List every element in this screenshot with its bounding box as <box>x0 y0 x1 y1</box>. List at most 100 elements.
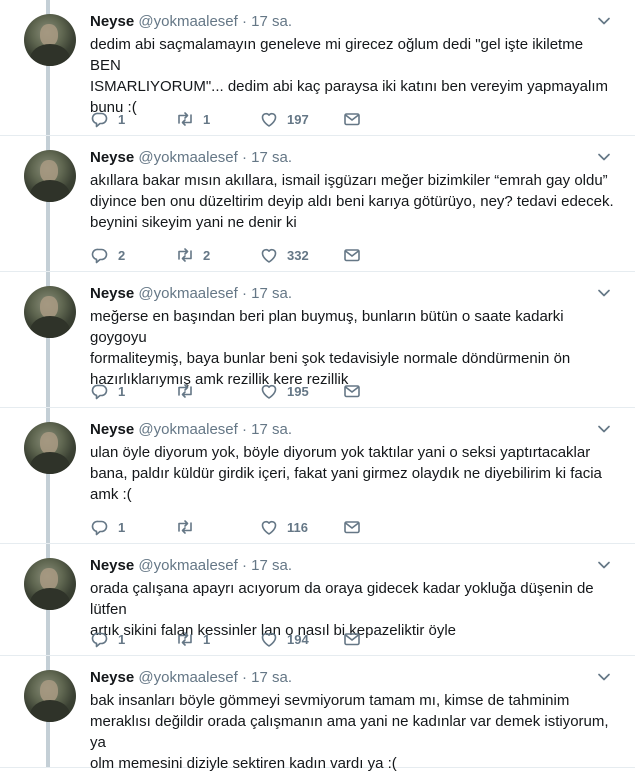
avatar[interactable] <box>24 670 76 722</box>
like-icon <box>261 112 277 127</box>
separator-dot: · <box>241 149 247 166</box>
reply-icon <box>91 520 108 536</box>
avatar[interactable] <box>24 150 76 202</box>
tweet-actions: 1 1 194 <box>90 629 390 649</box>
tweet[interactable]: Neyse @yokmaalesef · 17 sa. bak insanları… <box>0 656 635 772</box>
separator-dot: · <box>241 13 247 30</box>
chevron-down-icon[interactable] <box>597 670 611 684</box>
retweet-icon <box>178 384 192 398</box>
avatar-body <box>30 316 70 338</box>
author-handle[interactable]: @yokmaalesef <box>138 285 237 302</box>
retweet-button[interactable]: 1 <box>175 629 210 649</box>
avatar-face <box>40 432 58 454</box>
author-name[interactable]: Neyse <box>90 421 134 438</box>
retweet-button[interactable]: 2 <box>175 245 210 265</box>
tweet[interactable]: Neyse @yokmaalesef · 17 sa. ulan öyle diy… <box>0 408 635 544</box>
chevron-down-icon[interactable] <box>597 150 611 164</box>
avatar-body <box>30 700 70 722</box>
tweet[interactable]: Neyse @yokmaalesef · 17 sa. akıllara baka… <box>0 136 635 272</box>
retweet-icon <box>178 112 192 126</box>
tweet-text-line: ulan öyle diyorum yok, böyle diyorum yok… <box>90 444 591 461</box>
author-handle[interactable]: @yokmaalesef <box>138 149 237 166</box>
retweet-button[interactable] <box>175 517 203 537</box>
avatar-body <box>30 452 70 474</box>
avatar-body <box>30 44 70 66</box>
separator-dot: · <box>241 557 247 574</box>
like-icon <box>261 520 277 535</box>
tweet-text: ulan öyle diyorum yok, böyle diyorum yok… <box>90 442 615 505</box>
retweet-button[interactable] <box>175 381 203 401</box>
dm-icon <box>344 113 360 126</box>
tweet-text: meğerse en başından beri plan buymuş, bu… <box>90 306 615 390</box>
chevron-down-icon[interactable] <box>597 14 611 28</box>
chevron-down-icon[interactable] <box>597 422 611 436</box>
retweet-button[interactable]: 1 <box>175 109 210 129</box>
author-handle[interactable]: @yokmaalesef <box>138 669 237 686</box>
dm-button[interactable] <box>342 245 370 265</box>
tweet-text-line: diyince ben onu düzeltirim deyip aldı be… <box>90 193 614 210</box>
reply-icon <box>91 248 108 264</box>
author-handle[interactable]: @yokmaalesef <box>138 13 237 30</box>
like-button[interactable]: 197 <box>259 109 309 129</box>
timestamp[interactable]: 17 sa. <box>251 669 292 686</box>
dm-button[interactable] <box>342 517 370 537</box>
author-name[interactable]: Neyse <box>90 13 134 30</box>
avatar[interactable] <box>24 286 76 338</box>
likes-count: 332 <box>287 247 309 263</box>
reply-button[interactable]: 1 <box>90 517 125 537</box>
author-handle[interactable]: @yokmaalesef <box>138 421 237 438</box>
author-name[interactable]: Neyse <box>90 669 134 686</box>
tweet[interactable]: Neyse @yokmaalesef · 17 sa. dedim abi saç… <box>0 0 635 136</box>
separator-dot: · <box>241 421 247 438</box>
author-name[interactable]: Neyse <box>90 285 134 302</box>
author-handle[interactable]: @yokmaalesef <box>138 557 237 574</box>
author-name[interactable]: Neyse <box>90 557 134 574</box>
timestamp[interactable]: 17 sa. <box>251 557 292 574</box>
likes-count: 116 <box>287 519 308 535</box>
replies-count: 1 <box>118 519 126 535</box>
tweet-header: Neyse @yokmaalesef · 17 sa. <box>90 668 292 688</box>
retweets-count: 1 <box>203 111 211 127</box>
reply-button[interactable]: 2 <box>90 245 125 265</box>
avatar-face <box>40 568 58 590</box>
like-button[interactable]: 194 <box>259 629 309 649</box>
like-icon <box>261 632 277 647</box>
reply-button[interactable]: 1 <box>90 381 125 401</box>
avatar[interactable] <box>24 422 76 474</box>
like-button[interactable]: 116 <box>259 517 308 537</box>
separator-dot: · <box>241 285 247 302</box>
avatar[interactable] <box>24 558 76 610</box>
like-button[interactable]: 332 <box>259 245 309 265</box>
dm-icon <box>344 633 360 646</box>
author-name[interactable]: Neyse <box>90 149 134 166</box>
chevron-down-icon[interactable] <box>597 286 611 300</box>
tweet[interactable]: Neyse @yokmaalesef · 17 sa. orada çalışan… <box>0 544 635 656</box>
timestamp[interactable]: 17 sa. <box>251 421 292 438</box>
tweet-text-line: bak insanları böyle gömmeyi sevmiyorum t… <box>90 692 570 709</box>
timestamp[interactable]: 17 sa. <box>251 285 292 302</box>
dm-button[interactable] <box>342 109 370 129</box>
avatar[interactable] <box>24 14 76 66</box>
dm-button[interactable] <box>342 629 370 649</box>
tweet-text: akıllara bakar mısın akıllara, ismail iş… <box>90 170 615 233</box>
tweet[interactable]: Neyse @yokmaalesef · 17 sa. meğerse en ba… <box>0 272 635 408</box>
reply-button[interactable]: 1 <box>90 629 125 649</box>
tweet-text-line: amk :( <box>90 486 132 503</box>
chevron-down-icon[interactable] <box>597 558 611 572</box>
tweet-text-line: meraklısı değildir orada çalışmanın ama … <box>90 713 609 751</box>
tweet-text-line: orada çalışana apayrı acıyorum da oraya … <box>90 580 594 618</box>
dm-button[interactable] <box>342 381 370 401</box>
likes-count: 195 <box>287 383 309 399</box>
likes-count: 194 <box>287 631 309 647</box>
tweet-text-line: beynini sikeyim yani ne denir ki <box>90 214 297 231</box>
tweet-header: Neyse @yokmaalesef · 17 sa. <box>90 284 292 304</box>
tweet-text-line: ISMARLIYORUM"... dedim abi kaç paraysa i… <box>90 78 609 95</box>
retweets-count: 2 <box>203 247 211 263</box>
reply-icon <box>91 384 108 400</box>
tweet-actions: 1 116 <box>90 517 390 537</box>
timestamp[interactable]: 17 sa. <box>251 149 292 166</box>
like-button[interactable]: 195 <box>259 381 309 401</box>
tweet-text-line: dedim abi saçmalamayın geneleve mi girec… <box>90 36 584 74</box>
timestamp[interactable]: 17 sa. <box>251 13 292 30</box>
reply-button[interactable]: 1 <box>90 109 125 129</box>
